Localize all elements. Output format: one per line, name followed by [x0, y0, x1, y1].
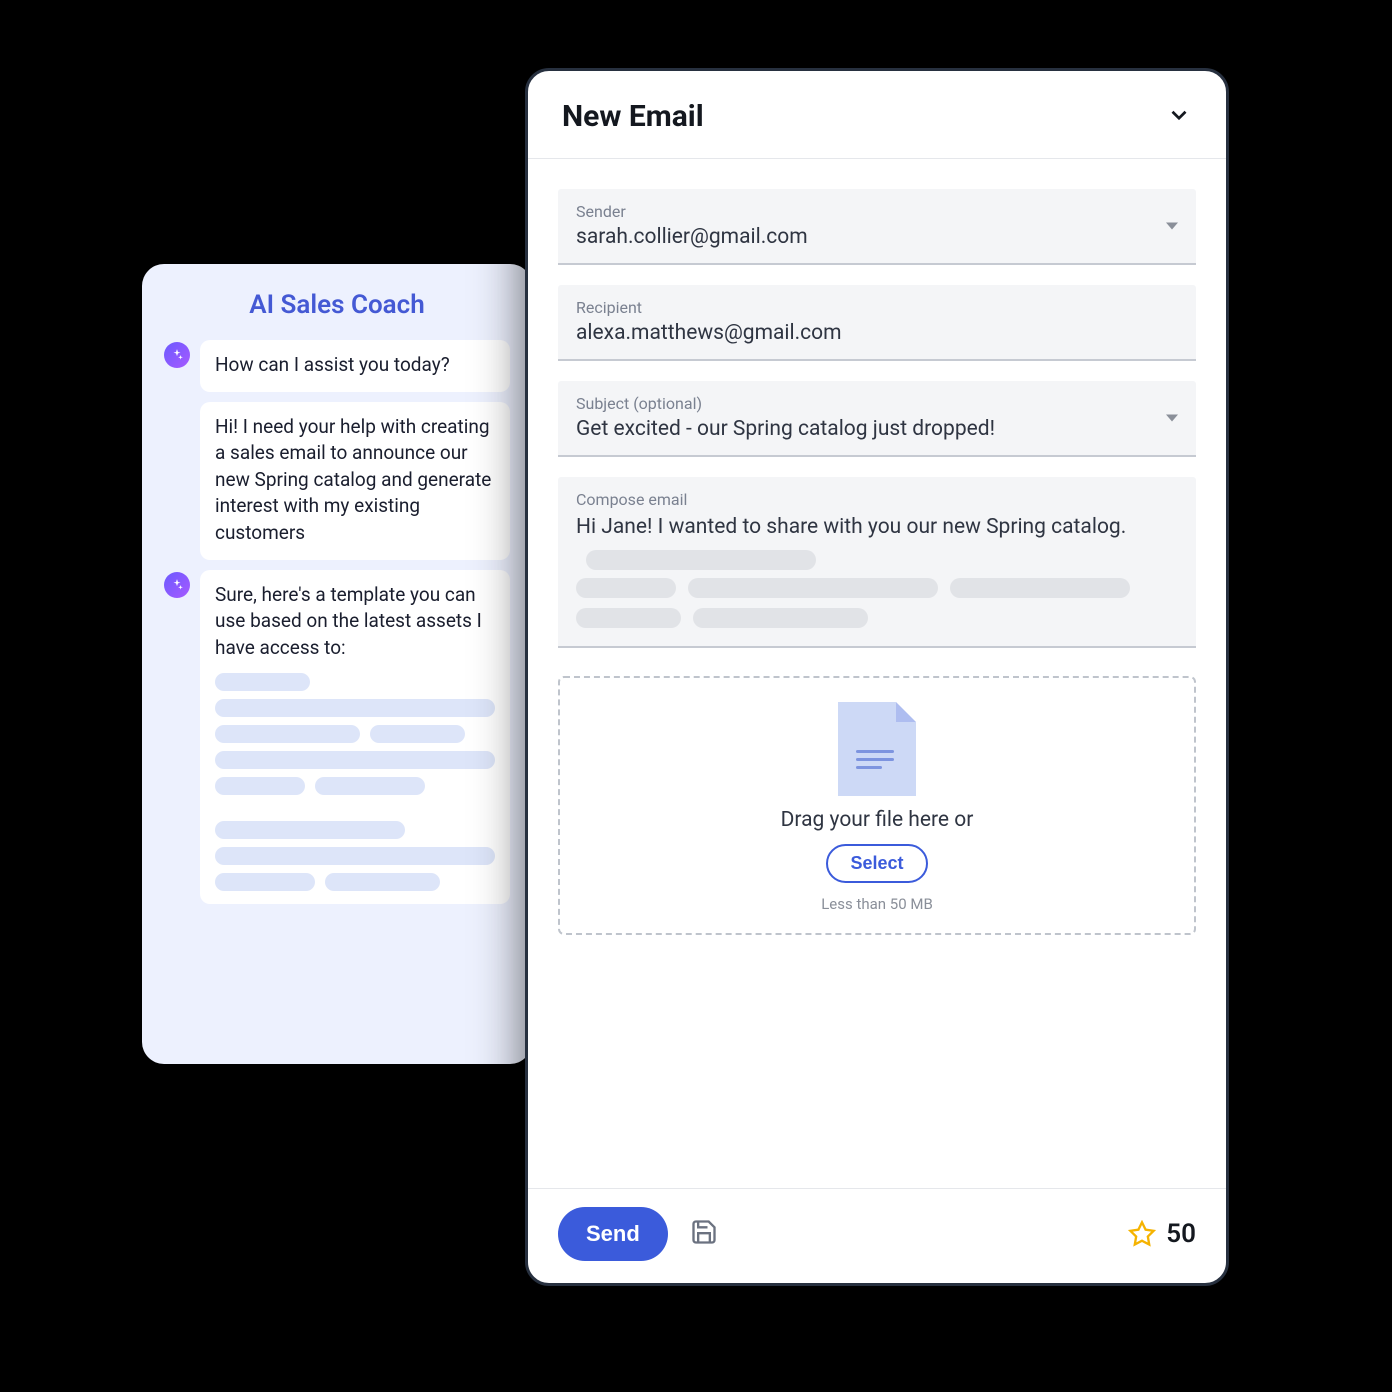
star-count: 50: [1128, 1219, 1196, 1249]
chevron-down-icon: [1166, 102, 1192, 128]
subject-field[interactable]: Subject (optional) Get excited - our Spr…: [558, 381, 1196, 457]
send-button[interactable]: Send: [558, 1207, 668, 1261]
star-count-value: 50: [1166, 1219, 1196, 1249]
caret-down-icon: [1166, 223, 1178, 230]
chat-bubble: How can I assist you today?: [200, 340, 510, 392]
chat-message-assistant: Sure, here's a template you can use base…: [164, 570, 510, 905]
recipient-field[interactable]: Recipient alexa.matthews@gmail.com: [558, 285, 1196, 361]
email-title: New Email: [562, 99, 704, 134]
subject-label: Subject (optional): [576, 394, 1178, 413]
save-draft-button[interactable]: [690, 1218, 718, 1250]
compose-label: Compose email: [576, 490, 1178, 509]
email-header: New Email: [528, 71, 1226, 158]
chat-bubble: Sure, here's a template you can use base…: [200, 570, 510, 905]
file-dropzone[interactable]: Drag your file here or Select Less than …: [558, 676, 1196, 935]
loading-skeleton: [215, 673, 495, 891]
compose-skeleton: [586, 550, 816, 570]
recipient-label: Recipient: [576, 298, 1178, 317]
chat-text: Sure, here's a template you can use base…: [215, 583, 482, 659]
document-icon: [838, 702, 916, 796]
compose-text: Hi Jane! I wanted to share with you our …: [576, 515, 1126, 539]
sparkle-icon: [164, 572, 190, 598]
recipient-value: alexa.matthews@gmail.com: [576, 321, 1178, 345]
size-note: Less than 50 MB: [821, 895, 933, 913]
sender-field[interactable]: Sender sarah.collier@gmail.com: [558, 189, 1196, 265]
email-compose-panel: New Email Sender sarah.collier@gmail.com…: [525, 68, 1229, 1286]
sparkle-icon: [164, 342, 190, 368]
ai-coach-panel: AI Sales Coach How can I assist you toda…: [142, 264, 532, 1064]
email-footer: Send 50: [528, 1188, 1226, 1283]
sender-value: sarah.collier@gmail.com: [576, 225, 1178, 249]
subject-value: Get excited - our Spring catalog just dr…: [576, 417, 1178, 441]
sender-label: Sender: [576, 202, 1178, 221]
collapse-button[interactable]: [1166, 102, 1192, 132]
select-file-button[interactable]: Select: [826, 844, 927, 883]
coach-title: AI Sales Coach: [164, 290, 510, 320]
dropzone-text: Drag your file here or: [781, 808, 974, 832]
chat-bubble: Hi! I need your help with creating a sal…: [200, 402, 510, 560]
star-icon: [1128, 1220, 1156, 1248]
compose-skeleton: [576, 578, 1178, 628]
chat-message-user: Hi! I need your help with creating a sal…: [164, 402, 510, 560]
compose-field[interactable]: Compose email Hi Jane! I wanted to share…: [558, 477, 1196, 648]
chat-message-assistant: How can I assist you today?: [164, 340, 510, 392]
caret-down-icon: [1166, 415, 1178, 422]
save-icon: [690, 1218, 718, 1246]
